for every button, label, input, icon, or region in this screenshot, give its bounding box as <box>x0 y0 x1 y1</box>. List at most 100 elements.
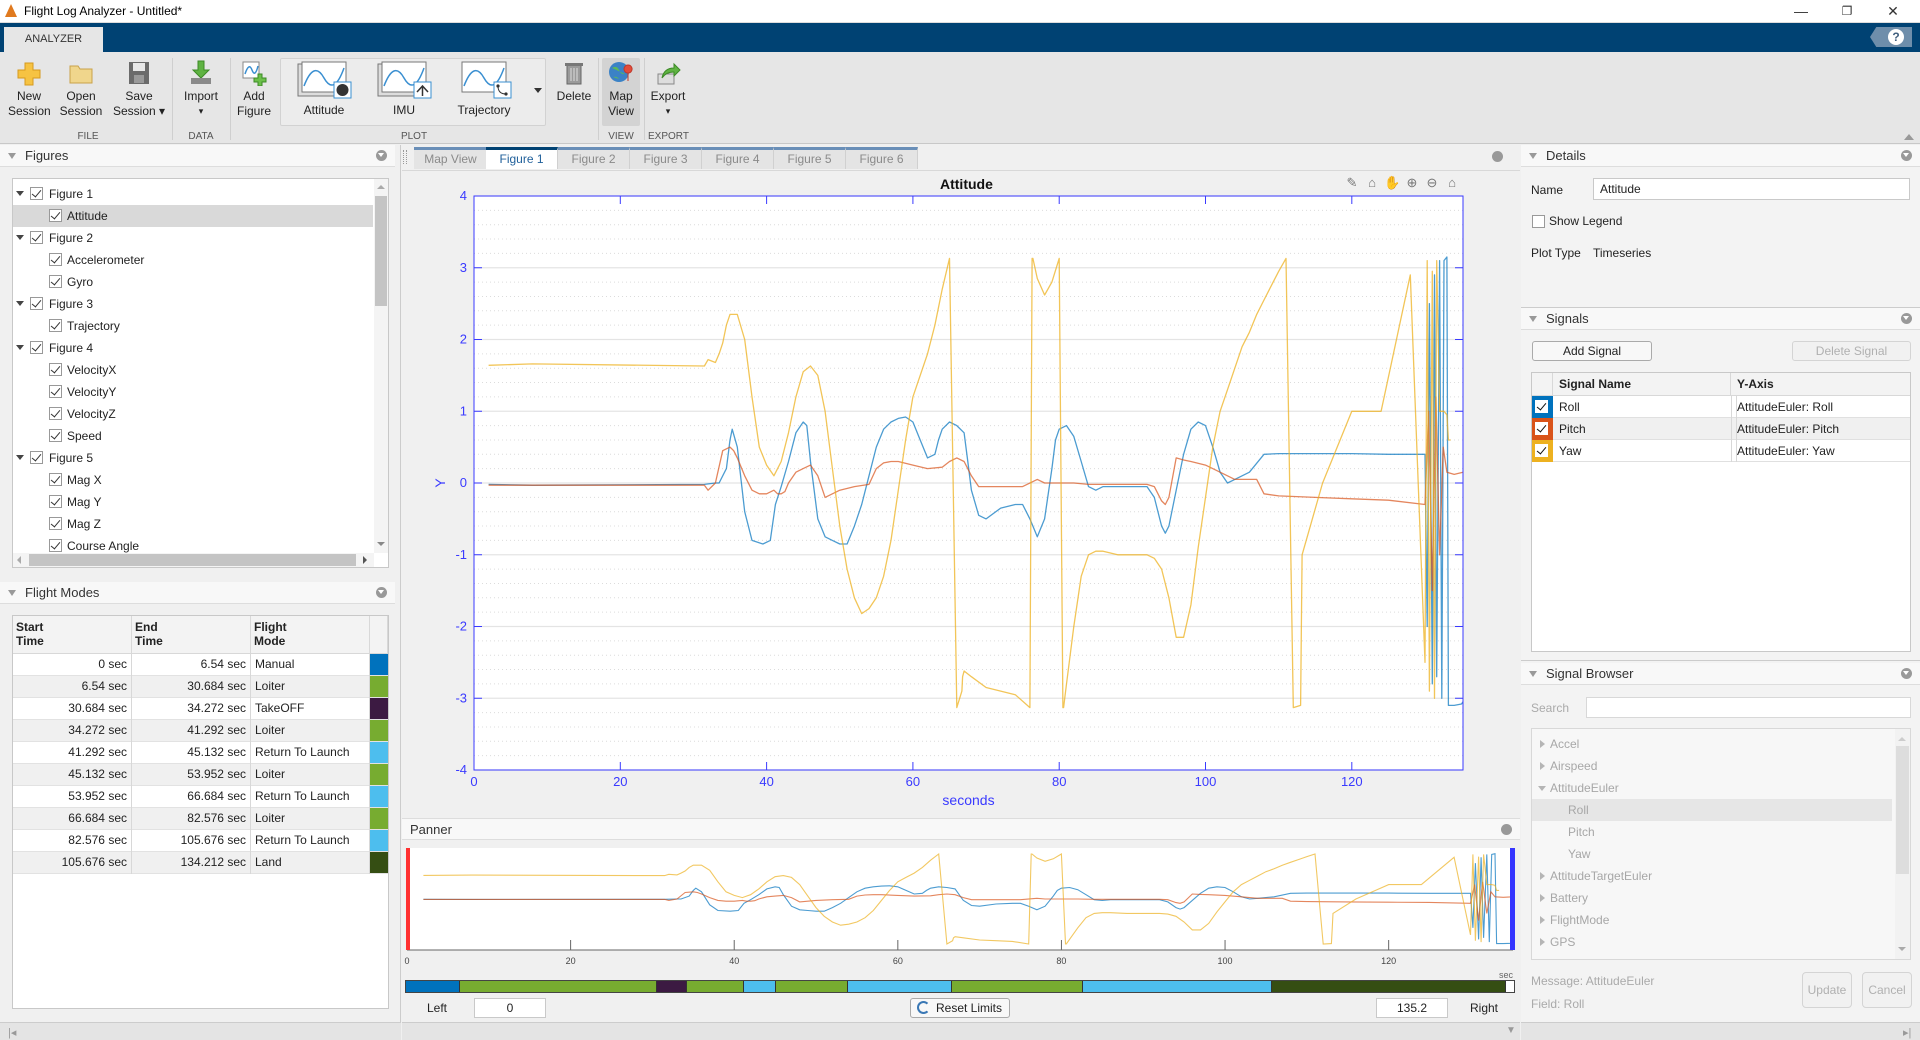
chevron-down-icon[interactable] <box>1538 786 1546 791</box>
expand-arrow-icon[interactable] <box>16 235 24 240</box>
signal-field-node[interactable]: Pitch <box>1532 821 1892 843</box>
flight-mode-row[interactable]: 53.952 sec 66.684 sec Return To Launch <box>13 786 388 808</box>
right-limit-handle[interactable] <box>1510 848 1515 950</box>
gallery-item-attitude[interactable]: Attitude <box>286 60 362 118</box>
tab-menu-icon[interactable] <box>1492 151 1503 162</box>
scroll-right-icon[interactable] <box>363 556 367 564</box>
chevron-right-icon[interactable] <box>1540 916 1545 924</box>
tree-node-figure[interactable]: Figure 2 <box>13 227 373 249</box>
tree-checkbox[interactable] <box>30 341 43 354</box>
tree-checkbox[interactable] <box>49 253 62 266</box>
panel-menu-icon[interactable] <box>376 150 387 161</box>
flight-mode-row[interactable]: 6.54 sec 30.684 sec Loiter <box>13 676 388 698</box>
close-button[interactable]: ✕ <box>1870 0 1916 23</box>
flight-mode-segment[interactable] <box>952 981 1083 992</box>
flight-mode-row[interactable]: 34.272 sec 41.292 sec Loiter <box>13 720 388 742</box>
column-header-flight-mode[interactable]: Flight Mode <box>251 616 370 654</box>
gallery-item-imu[interactable]: IMU <box>366 60 442 118</box>
signal-field-node[interactable]: Yaw <box>1532 843 1892 865</box>
signal-search-input[interactable] <box>1586 697 1911 718</box>
tree-checkbox[interactable] <box>30 451 43 464</box>
tree-node-figure[interactable]: Figure 5 <box>13 447 373 469</box>
expand-arrow-icon[interactable] <box>16 345 24 350</box>
collapse-panner-icon[interactable]: ▼ <box>1506 1025 1516 1036</box>
flight-mode-row[interactable]: 45.132 sec 53.952 sec Loiter <box>13 764 388 786</box>
collapse-icon[interactable] <box>8 590 16 596</box>
delete-button[interactable]: Delete <box>554 60 594 104</box>
tree-node-plot[interactable]: Accelerometer <box>13 249 373 271</box>
gallery-item-trajectory[interactable]: Trajectory <box>446 60 522 118</box>
tree-checkbox[interactable] <box>49 473 62 486</box>
chevron-right-icon[interactable] <box>1540 894 1545 902</box>
export-button[interactable]: Export ▾ <box>648 60 688 119</box>
expand-arrow-icon[interactable] <box>16 191 24 196</box>
expand-arrow-icon[interactable] <box>16 301 24 306</box>
flight-mode-segment[interactable] <box>686 981 745 992</box>
update-button[interactable]: Update <box>1802 972 1852 1008</box>
flight-mode-row[interactable]: 82.576 sec 105.676 sec Return To Launch <box>13 830 388 852</box>
restore-button[interactable]: ❐ <box>1824 0 1870 23</box>
collapse-icon[interactable] <box>1529 316 1537 322</box>
flight-mode-segment[interactable] <box>657 981 687 992</box>
scroll-up-icon[interactable] <box>1898 737 1906 741</box>
tree-node-plot[interactable]: VelocityZ <box>13 403 373 425</box>
tree-node-plot[interactable]: VelocityX <box>13 359 373 381</box>
save-session-button[interactable]: Save Session ▾ <box>112 60 166 119</box>
flight-mode-row[interactable]: 105.676 sec 134.212 sec Land <box>13 852 388 874</box>
reset-limits-button[interactable]: Reset Limits <box>910 998 1010 1018</box>
tree-checkbox[interactable] <box>49 209 62 222</box>
tree-checkbox[interactable] <box>49 319 62 332</box>
tree-node-plot[interactable]: VelocityY <box>13 381 373 403</box>
scroll-thumb[interactable] <box>375 196 387 306</box>
tree-checkbox[interactable] <box>49 517 62 530</box>
tree-node-plot[interactable]: Mag Z <box>13 513 373 535</box>
chevron-right-icon[interactable] <box>1540 872 1545 880</box>
signal-row[interactable]: Roll AttitudeEuler: Roll <box>1532 396 1910 418</box>
tree-checkbox[interactable] <box>49 539 62 552</box>
new-session-button[interactable]: New Session <box>8 60 51 119</box>
figures-tree-vscroll[interactable] <box>374 179 388 553</box>
tab-map-view[interactable]: Map View <box>414 147 488 169</box>
add-signal-button[interactable]: Add Signal <box>1532 341 1652 361</box>
left-limit-handle[interactable] <box>406 848 410 950</box>
panner-chart[interactable]: 0 20 40 60 80 100 120 sec <box>402 840 1520 980</box>
tree-checkbox[interactable] <box>49 429 62 442</box>
collapse-right-icon[interactable]: ▸| <box>1903 1026 1911 1039</box>
tree-node-plot[interactable]: Trajectory <box>13 315 373 337</box>
figure-name-input[interactable] <box>1593 178 1910 200</box>
right-limit-input[interactable] <box>1376 998 1448 1018</box>
collapse-icon[interactable] <box>1529 153 1537 159</box>
signal-message-node[interactable]: AttitudeTargetEuler <box>1532 865 1892 887</box>
tree-node-plot[interactable]: Gyro <box>13 271 373 293</box>
tab-figure-3[interactable]: Figure 3 <box>630 147 702 169</box>
tree-node-plot[interactable]: Attitude <box>13 205 373 227</box>
flight-mode-row[interactable]: 30.684 sec 34.272 sec TakeOFF <box>13 698 388 720</box>
tab-figure-5[interactable]: Figure 5 <box>774 147 846 169</box>
tab-figure-4[interactable]: Figure 4 <box>702 147 774 169</box>
chevron-right-icon[interactable] <box>1540 762 1545 770</box>
collapse-ribbon-icon[interactable] <box>1904 130 1914 140</box>
panel-menu-icon[interactable] <box>1901 668 1912 679</box>
tab-drag-handle[interactable] <box>403 150 407 164</box>
chevron-right-icon[interactable] <box>1540 740 1545 748</box>
show-legend-label[interactable]: Show Legend <box>1549 214 1622 228</box>
help-button[interactable]: ? <box>1870 27 1912 47</box>
panel-menu-icon[interactable] <box>376 587 387 598</box>
delete-signal-button[interactable]: Delete Signal <box>1792 341 1911 361</box>
show-legend-checkbox[interactable] <box>1532 215 1545 229</box>
flight-mode-segment[interactable] <box>775 981 849 992</box>
tree-checkbox[interactable] <box>30 231 43 244</box>
signal-row[interactable]: Pitch AttitudeEuler: Pitch <box>1532 418 1910 440</box>
signal-enable-checkbox[interactable] <box>1535 400 1548 413</box>
signal-message-node[interactable]: GPS <box>1532 931 1892 953</box>
panel-menu-icon[interactable] <box>1901 313 1912 324</box>
collapse-icon[interactable] <box>8 153 16 159</box>
signal-enable-checkbox[interactable] <box>1535 444 1548 457</box>
scroll-left-icon[interactable] <box>17 556 21 564</box>
flight-mode-row[interactable]: 66.684 sec 82.576 sec Loiter <box>13 808 388 830</box>
signal-browser-vscroll[interactable] <box>1895 729 1910 959</box>
signal-message-node[interactable]: Airspeed <box>1532 755 1892 777</box>
signal-field-node[interactable]: Roll <box>1532 799 1892 821</box>
collapse-left-icon[interactable]: |◂ <box>8 1026 16 1039</box>
tab-analyzer[interactable]: ANALYZER <box>4 27 103 52</box>
